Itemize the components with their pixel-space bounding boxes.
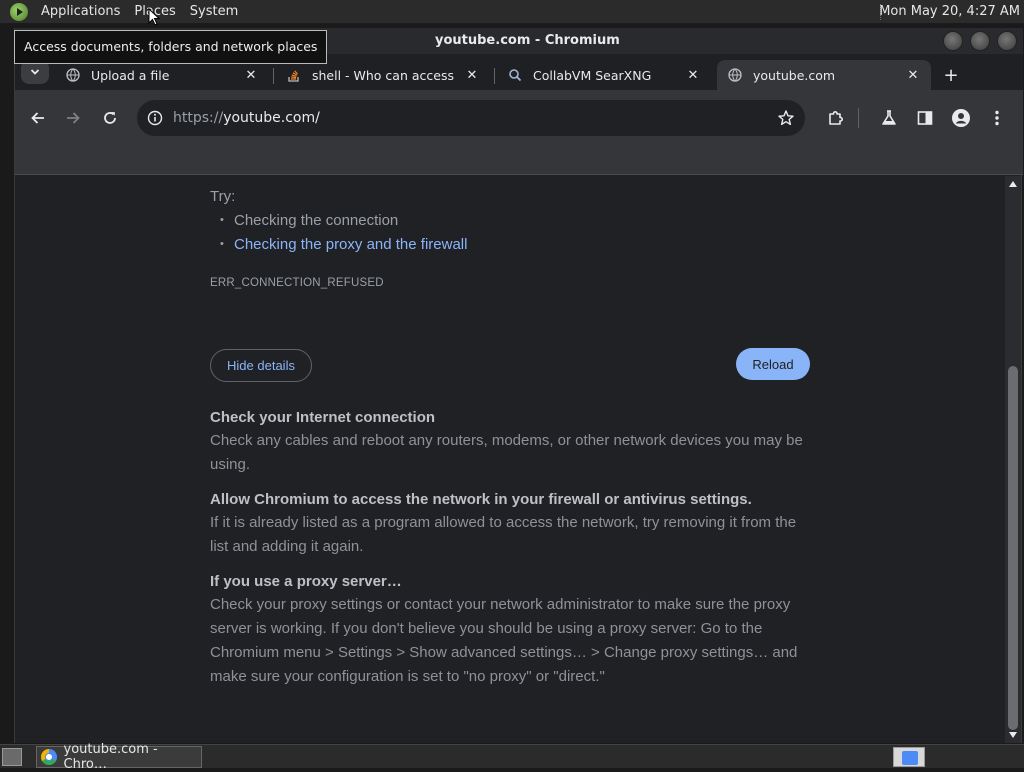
kebab-menu-icon [995, 110, 999, 126]
tab-divider [494, 68, 495, 84]
side-panel-button[interactable] [913, 106, 937, 130]
url-host: youtube.com/ [223, 110, 320, 126]
close-window-button[interactable] [997, 31, 1017, 51]
suggestion-link[interactable]: Checking the proxy and the firewall [220, 236, 467, 253]
bookmark-star-icon[interactable] [777, 109, 795, 131]
arrow-left-icon [31, 112, 44, 124]
tab-divider [273, 68, 274, 84]
puzzle-piece-icon [829, 111, 843, 125]
bookmark-bar [15, 146, 1023, 175]
workspace-window-icon [902, 751, 918, 765]
reload-button[interactable] [98, 106, 122, 130]
close-tab-icon[interactable]: ✕ [685, 67, 701, 83]
back-button[interactable] [26, 106, 50, 130]
show-desktop-icon[interactable] [2, 748, 22, 766]
clock[interactable]: Mon May 20, 4:27 AM [879, 0, 1020, 24]
section-title: Allow Chromium to access the network in … [210, 491, 752, 508]
tab-label: shell - Who can access a f [312, 67, 458, 83]
menu-applications[interactable]: Applications [34, 0, 127, 24]
section-body: If it is already listed as a program all… [210, 514, 797, 555]
close-tab-icon[interactable]: ✕ [243, 67, 259, 83]
maximize-button[interactable] [970, 31, 990, 51]
tab-label: youtube.com [753, 67, 836, 83]
section-title: If you use a proxy server… [210, 573, 402, 590]
section-title: Check your Internet connection [210, 409, 436, 426]
close-tab-icon[interactable]: ✕ [464, 67, 480, 83]
chromium-icon [41, 749, 57, 765]
reload-page-button[interactable]: Reload [736, 348, 810, 380]
address-bar[interactable]: https://youtube.com/ [137, 100, 805, 136]
try-label: Try: [210, 188, 236, 205]
globe-icon [65, 67, 81, 83]
suggestion-item: Checking the connection [220, 212, 398, 229]
section-body: Check any cables and reboot any routers,… [210, 432, 803, 473]
scroll-up-icon[interactable] [1009, 181, 1017, 187]
close-tab-icon[interactable]: ✕ [905, 67, 921, 83]
window-title: youtube.com - Chromium [435, 33, 620, 48]
flask-icon [882, 110, 896, 125]
url-scheme: https:// [173, 110, 224, 126]
section-body: Check your proxy settings or contact you… [210, 596, 798, 685]
chevron-down-icon [30, 69, 40, 75]
globe-icon [727, 67, 743, 83]
profile-button[interactable] [949, 106, 973, 130]
reload-icon [104, 112, 116, 124]
minimize-button[interactable] [943, 31, 963, 51]
workspace-switcher[interactable] [893, 747, 925, 767]
menu-button[interactable] [985, 106, 1009, 130]
tab-youtube[interactable]: youtube.com ✕ [717, 60, 931, 90]
tab-shell-question[interactable]: shell - Who can access a f ✕ [276, 60, 490, 90]
distro-logo-icon[interactable] [10, 2, 28, 21]
browser-window: youtube.com - Chromium Upload a file ✕ s… [14, 28, 1023, 743]
page-scrollbar[interactable] [1005, 176, 1021, 743]
site-info-icon[interactable] [147, 110, 163, 130]
error-page: Try: Checking the connection Checking th… [15, 176, 1005, 743]
forward-button[interactable] [61, 106, 85, 130]
arrow-right-icon [67, 112, 80, 124]
side-panel-icon [917, 111, 933, 125]
tab-collabvm-searxng[interactable]: CollabVM SearXNG ✕ [497, 60, 711, 90]
toolbar-divider [858, 108, 859, 128]
bottom-panel: youtube.com - Chro… [0, 742, 1024, 772]
mouse-cursor-icon [148, 8, 160, 26]
extensions-button[interactable] [824, 106, 848, 130]
labs-button[interactable] [877, 106, 901, 130]
scrollbar-thumb[interactable] [1008, 366, 1018, 730]
places-tooltip: Access documents, folders and network pl… [14, 30, 328, 64]
new-tab-plus-icon[interactable]: + [940, 64, 962, 86]
scroll-down-icon[interactable] [1009, 732, 1017, 738]
browser-toolbar: https://youtube.com/ [15, 90, 1023, 146]
avatar-icon [952, 109, 970, 127]
stack-overflow-icon [286, 67, 302, 83]
url-text: https://youtube.com/ [173, 110, 320, 126]
tab-label: CollabVM SearXNG [533, 67, 652, 83]
searxng-icon [507, 67, 523, 83]
tab-upload-a-file[interactable]: Upload a file ✕ [55, 60, 269, 90]
error-code: ERR_CONNECTION_REFUSED [210, 277, 384, 289]
hide-details-button[interactable]: Hide details [210, 349, 312, 382]
taskbar-window-button[interactable]: youtube.com - Chro… [36, 742, 202, 772]
menu-system[interactable]: System [183, 0, 245, 24]
tab-label: Upload a file [91, 67, 170, 83]
